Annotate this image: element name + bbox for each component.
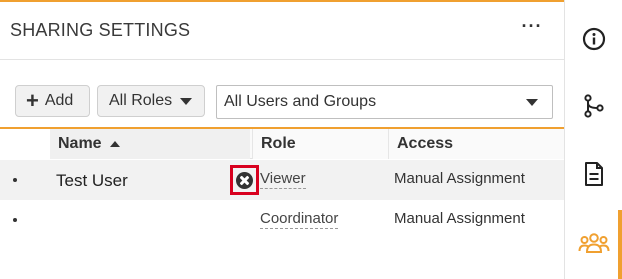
sidebar-item-branch[interactable] [565, 84, 622, 128]
table-header: Name Role Access [0, 129, 564, 159]
table-row[interactable]: Coordinator Manual Assignment [0, 200, 564, 240]
sidebar-item-users[interactable] [565, 221, 622, 265]
column-header-name[interactable]: Name [50, 129, 250, 159]
add-button-label: Add [44, 92, 74, 109]
users-icon [578, 233, 610, 253]
panel-title: SHARING SETTINGS [10, 20, 191, 40]
document-icon [585, 162, 603, 186]
more-options-button[interactable]: ··· [518, 17, 546, 42]
column-header-name-label: Name [58, 135, 102, 152]
remove-user-button[interactable] [230, 165, 259, 195]
row-handle-icon[interactable] [13, 178, 17, 182]
row-handle-icon[interactable] [13, 218, 17, 222]
roles-filter-label: All Roles [109, 92, 173, 109]
role-link[interactable]: Viewer [260, 170, 306, 189]
users-groups-select-value: All Users and Groups [224, 93, 377, 110]
roles-filter-dropdown[interactable]: All Roles [97, 85, 205, 117]
column-header-access[interactable]: Access [388, 129, 564, 159]
panel-header: SHARING SETTINGS ··· [0, 2, 564, 60]
add-button[interactable]: + Add [15, 85, 90, 117]
info-icon [582, 27, 606, 51]
sort-ascending-icon [109, 141, 120, 147]
user-name: Test User [56, 171, 128, 190]
plus-icon: + [26, 88, 39, 113]
sidebar-item-document[interactable] [565, 152, 622, 196]
active-tab-indicator [618, 210, 622, 279]
row-handle-header [0, 129, 50, 159]
column-header-role-label: Role [261, 135, 296, 152]
column-header-role[interactable]: Role [252, 129, 388, 159]
access-value: Manual Assignment [394, 170, 525, 187]
right-sidebar [564, 0, 622, 279]
role-link[interactable]: Coordinator [260, 210, 339, 229]
access-value: Manual Assignment [394, 210, 525, 227]
sharing-table: Name Role Access Test User Viewer Manual… [0, 127, 564, 279]
sharing-settings-panel: SHARING SETTINGS ··· + Add All Roles All… [0, 0, 564, 279]
branch-icon [584, 94, 604, 118]
column-header-access-label: Access [397, 135, 454, 152]
toolbar: + Add All Roles All Users and Groups [0, 62, 564, 128]
table-row[interactable]: Test User Viewer Manual Assignment [0, 160, 564, 200]
sidebar-item-info[interactable] [565, 17, 622, 61]
close-circle-icon [236, 171, 253, 189]
users-groups-select[interactable]: All Users and Groups [216, 85, 553, 119]
chevron-down-icon [526, 99, 538, 106]
chevron-down-icon [180, 97, 193, 105]
